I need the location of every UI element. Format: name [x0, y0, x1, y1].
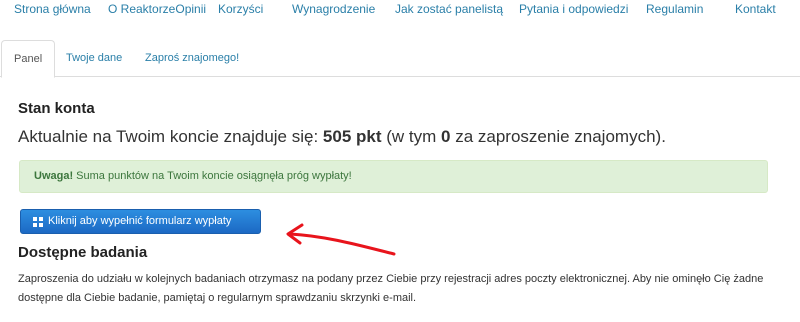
- nav-faq[interactable]: Pytania i odpowiedzi: [519, 2, 628, 16]
- balance-prefix: Aktualnie na Twoim koncie znajduje się:: [18, 127, 323, 146]
- balance-mid: (w tym: [381, 127, 442, 146]
- alert-strong: Uwaga!: [34, 170, 74, 182]
- surveys-heading: Dostępne badania: [18, 244, 148, 261]
- payout-form-button[interactable]: Kliknij aby wypełnić formularz wypłaty: [20, 209, 261, 234]
- nav-how-to-join[interactable]: Jak zostać panelistą: [395, 2, 503, 16]
- tab-bar: Panel Twoje dane Zaproś znajomego!: [0, 40, 800, 78]
- alert-text: Suma punktów na Twoim koncie osiągnęła p…: [73, 170, 352, 182]
- nav-about[interactable]: O ReaktorzeOpinii: [108, 2, 206, 16]
- nav-contact[interactable]: Kontakt: [735, 2, 776, 16]
- points-value: 505 pkt: [322, 127, 382, 146]
- grid-icon: [33, 216, 43, 227]
- nav-benefits[interactable]: Korzyści: [218, 2, 263, 16]
- nav-terms[interactable]: Regulamin: [646, 2, 703, 16]
- surveys-description: Zaproszenia do udziału w kolejnych badan…: [18, 273, 764, 304]
- balance-suffix: za zaproszenie znajomych).: [450, 127, 666, 146]
- tab-your-data[interactable]: Twoje dane: [54, 40, 134, 77]
- account-balance: Aktualnie na Twoim koncie znajduje się: …: [18, 127, 666, 147]
- annotation-arrow-icon: [286, 223, 396, 256]
- nav-home[interactable]: Strona główna: [14, 2, 91, 16]
- payout-button-label: Kliknij aby wypełnić formularz wypłaty: [48, 215, 232, 227]
- account-heading: Stan konta: [18, 100, 95, 117]
- top-navigation: Strona główna O ReaktorzeOpinii Korzyści…: [0, 0, 800, 22]
- tab-invite-friend[interactable]: Zaproś znajomego!: [133, 40, 251, 77]
- tab-panel[interactable]: Panel: [1, 40, 56, 78]
- nav-rewards[interactable]: Wynagrodzenie: [292, 2, 375, 16]
- payout-alert: Uwaga! Suma punktów na Twoim koncie osią…: [19, 160, 768, 193]
